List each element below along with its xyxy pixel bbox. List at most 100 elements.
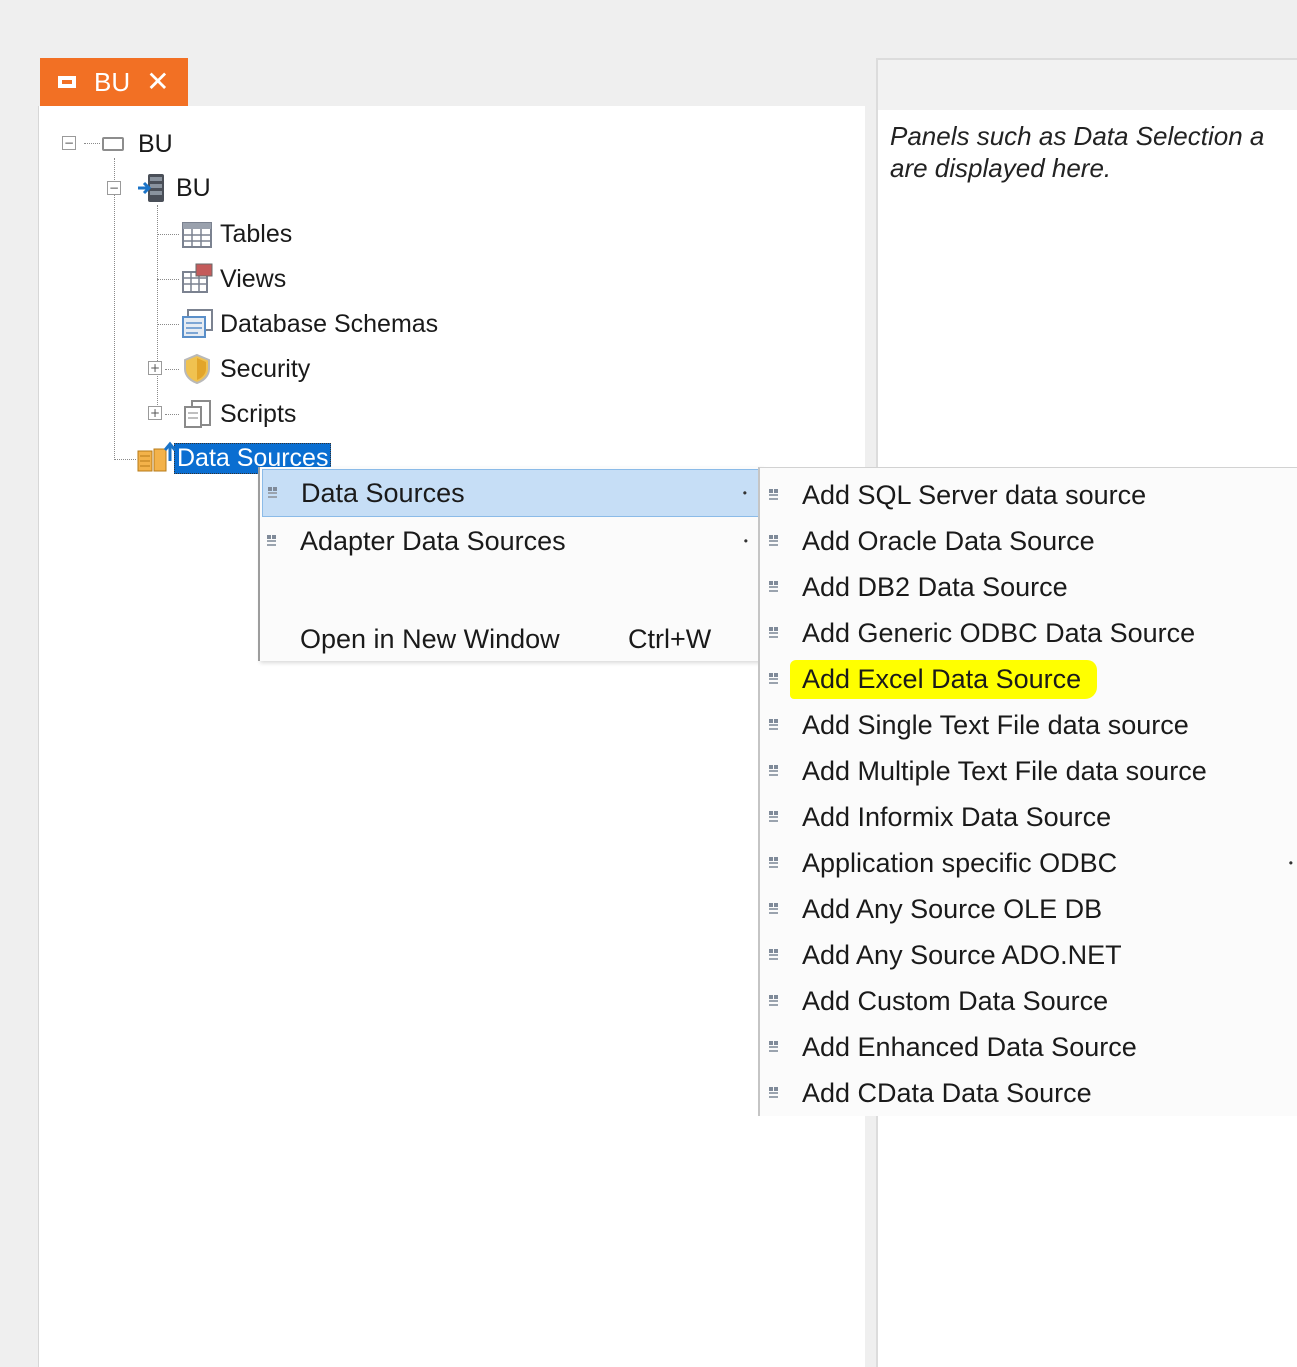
adapter-menu-icon — [266, 534, 278, 548]
tree-node-tables[interactable]: Tables — [180, 214, 292, 254]
tree-node-label: Scripts — [220, 399, 297, 428]
tree-node-database[interactable]: BU — [136, 168, 211, 208]
tree-connector — [157, 205, 158, 415]
menu-item-label: Adapter Data Sources — [300, 525, 566, 556]
close-tab-icon[interactable]: ✕ — [146, 68, 169, 96]
document-icon — [58, 76, 76, 88]
submenu-item-excel[interactable]: Add Excel Data Source — [760, 656, 1297, 702]
collapse-db-toggle[interactable]: − — [107, 181, 121, 195]
collapse-root-toggle[interactable]: − — [62, 136, 76, 150]
tree-node-root[interactable]: BU — [102, 124, 173, 164]
menu-icon-spacer — [266, 632, 278, 646]
view-icon — [180, 262, 214, 296]
tree-connector — [114, 158, 115, 458]
submenu-item-label: Add Informix Data Source — [802, 801, 1112, 832]
data-source-icon — [768, 948, 780, 962]
schema-icon — [180, 307, 214, 341]
left-panel — [0, 106, 865, 1367]
submenu-item-label: Add Single Text File data source — [802, 709, 1189, 740]
submenu-item-label: Add Custom Data Source — [802, 985, 1109, 1016]
submenu-item-label: Add Any Source OLE DB — [802, 893, 1103, 924]
data-source-icon — [768, 626, 780, 640]
data-source-icon — [768, 810, 780, 824]
submenu-item-multiple-text-file[interactable]: Add Multiple Text File data source — [760, 748, 1297, 794]
script-icon — [180, 397, 214, 431]
data-source-icon — [768, 1086, 780, 1100]
submenu-item-label: Add Enhanced Data Source — [802, 1031, 1137, 1062]
expand-scripts-toggle[interactable]: + — [148, 406, 162, 420]
context-menu: Data Sources • Adapter Data Sources • Op… — [258, 467, 762, 661]
tree-node-label: BU — [138, 129, 173, 158]
tree-node-label: Security — [220, 354, 311, 383]
menu-item-open-new-window[interactable]: Open in New Window Ctrl+W — [262, 615, 760, 663]
submenu-item-label: Add Multiple Text File data source — [802, 755, 1207, 786]
submenu-item-ole-db[interactable]: Add Any Source OLE DB — [760, 886, 1297, 932]
submenu-arrow-icon: • — [742, 486, 747, 500]
submenu-item-label: Add DB2 Data Source — [802, 571, 1068, 602]
submenu-item-label: Application specific ODBC — [802, 847, 1118, 878]
data-source-icon — [768, 764, 780, 778]
tree-node-views[interactable]: Views — [180, 259, 286, 299]
submenu-item-generic-odbc[interactable]: Add Generic ODBC Data Source — [760, 610, 1297, 656]
submenu-item-sql-server[interactable]: Add SQL Server data source — [760, 472, 1297, 518]
data-source-icon — [768, 580, 780, 594]
submenu-item-db2[interactable]: Add DB2 Data Source — [760, 564, 1297, 610]
tree-connector — [157, 324, 179, 325]
submenu-item-label: Add SQL Server data source — [802, 479, 1147, 510]
submenu-item-enhanced[interactable]: Add Enhanced Data Source — [760, 1024, 1297, 1070]
submenu-item-informix[interactable]: Add Informix Data Source — [760, 794, 1297, 840]
submenu-item-label: Add CData Data Source — [802, 1077, 1092, 1108]
data-source-icon — [768, 856, 780, 870]
tree-connector — [157, 234, 179, 235]
data-source-icon — [768, 488, 780, 502]
menu-item-label: Open in New Window — [300, 623, 560, 654]
data-sources-icon — [136, 441, 177, 475]
expand-security-toggle[interactable]: + — [148, 361, 162, 375]
menu-item-adapter-data-sources[interactable]: Adapter Data Sources • — [262, 517, 760, 565]
tree-connector — [165, 369, 179, 370]
menu-item-label: Data Sources — [301, 477, 465, 508]
tree-node-label: Views — [220, 264, 287, 293]
menu-item-data-sources[interactable]: Data Sources • — [262, 469, 760, 517]
tree-view — [38, 106, 865, 1367]
submenu-item-label: Add Oracle Data Source — [802, 525, 1095, 556]
table-icon — [180, 217, 214, 251]
right-panel-header — [876, 58, 1297, 110]
tree-connector — [84, 143, 100, 144]
submenu-item-ado-net[interactable]: Add Any Source ADO.NET — [760, 932, 1297, 978]
data-source-icon — [768, 718, 780, 732]
project-icon — [102, 137, 124, 151]
submenu-item-label: Add Any Source ADO.NET — [802, 939, 1122, 970]
tree-connector — [165, 414, 179, 415]
data-sources-submenu: Add SQL Server data source Add Oracle Da… — [758, 467, 1297, 1116]
menu-shortcut: Ctrl+W — [628, 623, 712, 654]
submenu-item-custom[interactable]: Add Custom Data Source — [760, 978, 1297, 1024]
submenu-arrow-icon: • — [1288, 856, 1293, 870]
tree-node-label: BU — [176, 173, 211, 202]
tree-node-scripts[interactable]: Scripts — [180, 394, 296, 434]
submenu-arrow-icon: • — [743, 534, 748, 548]
submenu-item-application-odbc[interactable]: Application specific ODBC • — [760, 840, 1297, 886]
submenu-item-label: Add Generic ODBC Data Source — [802, 617, 1196, 648]
document-tab[interactable]: BU ✕ — [40, 58, 188, 106]
submenu-item-single-text-file[interactable]: Add Single Text File data source — [760, 702, 1297, 748]
tree-node-database-schemas[interactable]: Database Schemas — [180, 304, 438, 344]
tree-node-label: Database Schemas — [220, 309, 439, 338]
submenu-item-cdata[interactable]: Add CData Data Source — [760, 1070, 1297, 1116]
tree-node-label: Tables — [220, 219, 293, 248]
database-connect-icon — [136, 171, 170, 205]
shield-icon — [180, 352, 214, 386]
submenu-item-label: Add Excel Data Source — [790, 659, 1098, 699]
tree-node-security[interactable]: Security — [180, 349, 310, 389]
submenu-item-oracle[interactable]: Add Oracle Data Source — [760, 518, 1297, 564]
data-source-menu-icon — [267, 486, 279, 500]
panel-hint-text: Panels such as Data Selection a are disp… — [890, 121, 1265, 183]
tab-label: BU — [94, 66, 131, 97]
data-source-icon — [768, 672, 780, 686]
data-source-icon — [768, 902, 780, 916]
tree-connector — [157, 279, 179, 280]
data-source-icon — [768, 994, 780, 1008]
data-source-icon — [768, 534, 780, 548]
data-source-icon — [768, 1040, 780, 1054]
tree-connector — [114, 459, 136, 460]
